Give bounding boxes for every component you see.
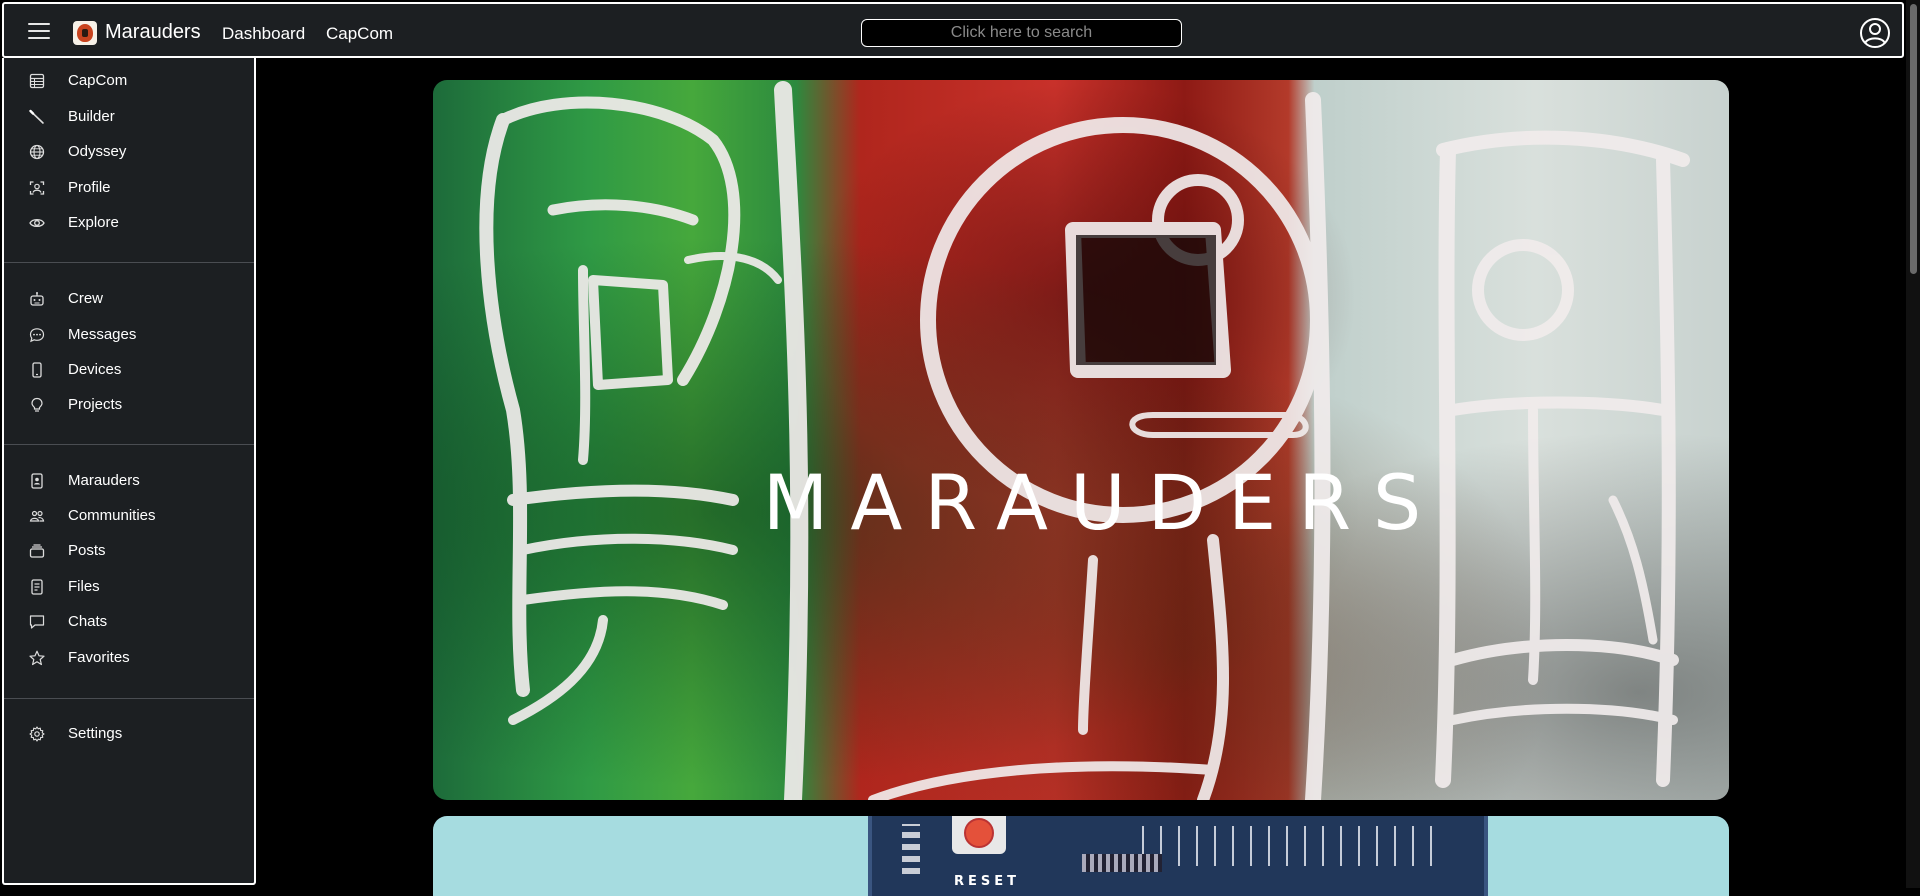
gear-icon (29, 726, 45, 742)
sidebar-item-posts[interactable]: Posts (4, 536, 254, 566)
sidebar-item-projects[interactable]: Projects (4, 390, 254, 420)
hero-title: MARAUDERS (762, 458, 1444, 547)
brand-name[interactable]: Marauders (105, 21, 201, 44)
sidebar-item-label: Marauders (68, 472, 140, 489)
brand-logo[interactable] (73, 21, 97, 45)
sidebar-item-communities[interactable]: Communities (4, 501, 254, 531)
sidebar-item-label: Files (68, 578, 100, 595)
sidebar-item-label: Profile (68, 179, 111, 196)
wand-icon (29, 109, 44, 124)
header-pins (1142, 826, 1442, 866)
person-card-icon (31, 473, 43, 489)
sidebar-item-label: Devices (68, 361, 122, 378)
cards-icon (29, 544, 45, 558)
sidebar-item-files[interactable]: Files (4, 572, 254, 602)
star-icon (29, 650, 45, 666)
sidebar-item-explore[interactable]: Explore (4, 208, 254, 238)
menu-toggle-icon[interactable] (28, 23, 50, 39)
sidebar-item-odyssey[interactable]: Odyssey (4, 137, 254, 167)
sidebar-item-label: CapCom (68, 72, 128, 89)
search-input[interactable] (861, 19, 1182, 47)
reset-button-graphic (964, 818, 994, 848)
robot-icon (30, 292, 44, 306)
file-icon (31, 579, 43, 595)
sidebar-item-chats[interactable]: Chats (4, 607, 254, 637)
sidebar-divider (4, 698, 254, 699)
chat-dots-icon (29, 328, 45, 343)
phone-icon (32, 362, 42, 378)
sidebar-item-label: Chats (68, 613, 108, 630)
sidebar-item-label: Communities (68, 507, 156, 524)
side-pins (902, 824, 920, 874)
hero-banner[interactable]: MARAUDERS (433, 80, 1729, 800)
sidebar-item-messages[interactable]: Messages (4, 320, 254, 350)
hero-painting-strokes (479, 81, 1690, 800)
sidebar-item-label: Posts (68, 542, 106, 559)
sidebar-divider (4, 444, 254, 445)
user-account-icon[interactable] (1859, 17, 1891, 49)
sidebar-item-label: Crew (68, 290, 104, 307)
sidebar: CapCom Builder Odyssey Profile Explore C… (2, 58, 256, 885)
table-icon (29, 73, 45, 89)
eye-icon (29, 218, 45, 228)
chip-pins (1082, 854, 1162, 872)
person-badge-icon (29, 181, 45, 195)
nav-link-capcom[interactable]: CapCom (326, 24, 393, 44)
sidebar-item-label: Projects (68, 396, 123, 413)
project-card-preview[interactable]: RESET (433, 816, 1729, 896)
lightbulb-icon (31, 397, 43, 412)
sidebar-item-capcom[interactable]: CapCom (4, 66, 254, 96)
reset-button-housing (952, 816, 1006, 854)
sidebar-item-label: Settings (68, 725, 123, 742)
people-icon (29, 510, 45, 522)
sidebar-item-label: Explore (68, 214, 119, 231)
sidebar-item-label: Builder (68, 108, 115, 125)
sidebar-item-devices[interactable]: Devices (4, 355, 254, 385)
globe-icon (29, 144, 45, 160)
sidebar-item-label: Messages (68, 326, 137, 343)
circuit-board-illustration: RESET (868, 816, 1488, 896)
board-reset-label: RESET (954, 874, 1021, 889)
sidebar-item-marauders[interactable]: Marauders (4, 466, 254, 496)
page-scrollbar-thumb[interactable] (1910, 4, 1917, 274)
chat-square-icon (29, 615, 45, 629)
sidebar-item-profile[interactable]: Profile (4, 173, 254, 203)
top-navbar: Marauders Dashboard CapCom (2, 2, 1904, 58)
sidebar-item-label: Favorites (68, 649, 130, 666)
sidebar-item-builder[interactable]: Builder (4, 102, 254, 132)
sidebar-item-settings[interactable]: Settings (4, 719, 254, 749)
sidebar-item-favorites[interactable]: Favorites (4, 643, 254, 673)
sidebar-divider (4, 262, 254, 263)
nav-link-dashboard[interactable]: Dashboard (222, 24, 305, 44)
sidebar-item-label: Odyssey (68, 143, 127, 160)
sidebar-item-crew[interactable]: Crew (4, 284, 254, 314)
